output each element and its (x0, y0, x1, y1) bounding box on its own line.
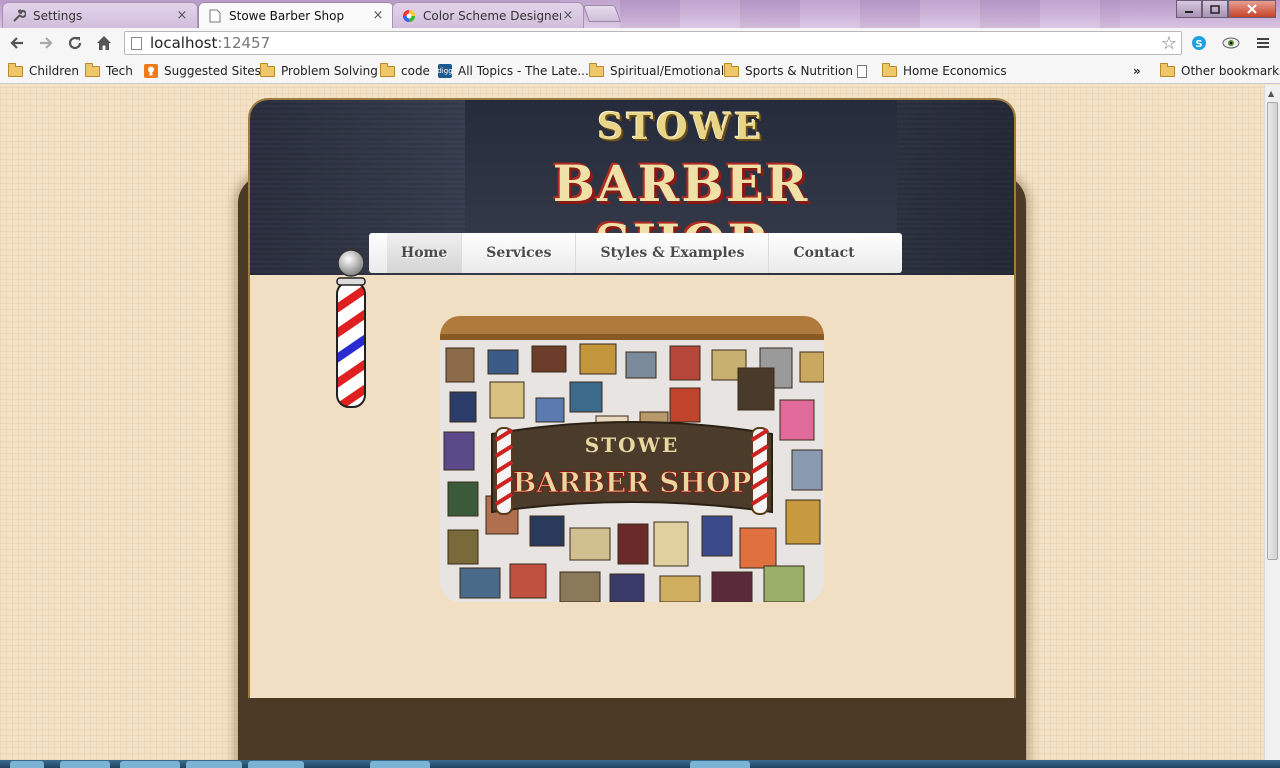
suggested-sites-icon (144, 64, 158, 78)
bookmark-star-icon[interactable]: ☆ (1161, 33, 1177, 54)
scroll-thumb[interactable] (1267, 102, 1278, 560)
close-window-button[interactable] (1228, 0, 1276, 18)
sign-line-stowe: STOWE (597, 106, 765, 148)
tab-settings[interactable]: Settings × (2, 2, 198, 28)
bookmark-page[interactable] (857, 62, 875, 80)
browser-toolbar: localhost:12457 ☆ S (0, 28, 1280, 58)
new-tab-button[interactable] (582, 5, 622, 22)
menu-icon[interactable] (1252, 32, 1274, 54)
taskbar-item[interactable] (120, 761, 180, 768)
bookmark-code[interactable]: code (380, 62, 430, 80)
maximize-button[interactable] (1202, 0, 1228, 18)
bookmarks-bar: Children Tech Suggested Sites Problem So… (0, 58, 1280, 84)
bookmark-label: Suggested Sites (164, 64, 261, 78)
reload-icon[interactable] (64, 32, 86, 54)
tab-label: Stowe Barber Shop (229, 8, 345, 23)
close-icon[interactable]: × (371, 8, 385, 23)
bookmark-sports-nutrition[interactable]: Sports & Nutrition (724, 62, 853, 80)
bookmark-label: Tech (106, 64, 133, 78)
bookmarks-overflow-chevron-icon[interactable]: » (1133, 62, 1141, 80)
svg-text:S: S (1195, 39, 1202, 50)
bookmark-label: Other bookmarks (1181, 64, 1280, 78)
bookmark-problem-solving[interactable]: Problem Solving (260, 62, 378, 80)
bookmark-label: Problem Solving (281, 64, 378, 78)
shop-wall-photo: STOWE BARBER SHOP (440, 316, 824, 602)
wrench-icon (11, 8, 27, 24)
tab-color-scheme-designer[interactable]: Color Scheme Designer 3 × (392, 2, 584, 28)
main-nav: Home Services Styles & Examples Contact (369, 233, 902, 273)
url-host: localhost (150, 34, 218, 52)
browser-tab-strip: Settings × Stowe Barber Shop × Color Sch… (0, 0, 1280, 28)
folder-icon (380, 62, 395, 77)
photo-sign-line-barber-shop: BARBER SHOP (513, 466, 752, 499)
close-icon[interactable]: × (561, 8, 575, 23)
bookmark-children[interactable]: Children (8, 62, 79, 80)
page-icon (857, 64, 867, 78)
taskbar-item[interactable] (186, 761, 242, 768)
barber-pole-icon (336, 249, 366, 408)
tab-stowe-barber-shop[interactable]: Stowe Barber Shop × (198, 2, 394, 28)
nav-home[interactable]: Home (387, 233, 462, 273)
taskbar-item[interactable] (370, 761, 430, 768)
bookmark-label: code (401, 64, 430, 78)
home-icon[interactable] (93, 32, 115, 54)
bookmark-label: Spiritual/Emotional (610, 64, 725, 78)
shop-wall-photo-image: STOWE BARBER SHOP (440, 316, 824, 602)
scroll-up-arrow-icon[interactable]: ▲ (1268, 89, 1274, 98)
folder-icon (882, 62, 897, 77)
skype-extension-icon[interactable]: S (1188, 32, 1210, 54)
tab-label: Color Scheme Designer 3 (423, 8, 561, 23)
os-taskbar (0, 760, 1280, 768)
taskbar-start-button[interactable] (10, 761, 44, 768)
page-icon (207, 8, 223, 24)
folder-icon (85, 62, 100, 77)
minimize-button[interactable] (1176, 0, 1202, 18)
forward-arrow-icon[interactable] (35, 32, 57, 54)
folder-icon (8, 62, 23, 77)
tab-label: Settings (33, 8, 83, 23)
nav-styles-examples[interactable]: Styles & Examples (575, 233, 768, 273)
bookmark-other-bookmarks[interactable]: Other bookmarks (1160, 62, 1280, 80)
taskbar-item[interactable] (248, 761, 304, 768)
page-icon (131, 36, 142, 50)
photo-barber-pole-right (750, 427, 770, 515)
folder-icon (1160, 62, 1175, 77)
taskbar-item[interactable] (60, 761, 110, 768)
bookmark-home-economics[interactable]: Home Economics (882, 62, 1007, 80)
bookmark-label: Home Economics (903, 64, 1007, 78)
url-port: :12457 (217, 34, 271, 52)
folder-icon (724, 62, 739, 77)
eye-extension-icon[interactable] (1220, 32, 1242, 54)
taskbar-item[interactable] (690, 761, 750, 768)
back-arrow-icon[interactable] (6, 32, 28, 54)
photo-sign-line-stowe: STOWE (585, 433, 679, 457)
bookmark-suggested-sites[interactable]: Suggested Sites (144, 62, 261, 80)
bookmark-label: Children (29, 64, 79, 78)
folder-icon (260, 62, 275, 77)
close-icon[interactable]: × (175, 8, 189, 23)
page-scrollbar[interactable]: ▲ (1264, 85, 1280, 760)
bookmark-all-topics[interactable]: digg All Topics - The Late... (437, 62, 589, 80)
bookmark-tech[interactable]: Tech (85, 62, 133, 80)
digg-icon: digg (437, 64, 453, 78)
nav-services[interactable]: Services (461, 233, 575, 273)
color-wheel-icon (401, 8, 417, 24)
photo-barber-pole-left (494, 427, 514, 515)
address-bar[interactable]: localhost:12457 ☆ (124, 31, 1182, 55)
bookmark-label: All Topics - The Late... (458, 64, 589, 78)
bookmark-label: Sports & Nutrition (745, 64, 853, 78)
folder-icon (589, 62, 604, 77)
nav-contact[interactable]: Contact (768, 233, 878, 273)
bookmark-spiritual-emotional[interactable]: Spiritual/Emotional (589, 62, 724, 80)
